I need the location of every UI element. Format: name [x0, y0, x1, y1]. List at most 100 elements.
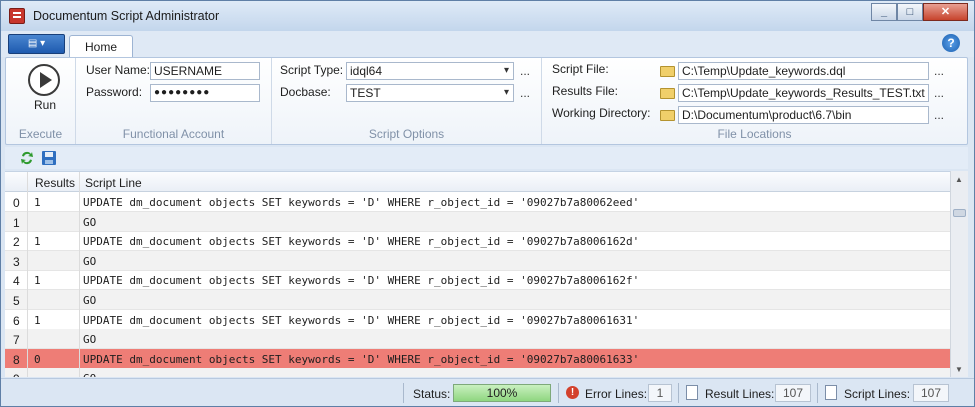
grid-toolbar: [5, 147, 968, 169]
row-result: 1: [34, 196, 41, 209]
row-result: 0: [34, 352, 41, 366]
app-icon: [9, 8, 25, 24]
group-label-files: File Locations: [717, 127, 792, 141]
error-lines-label: Error Lines:: [585, 387, 648, 401]
docbase-label: Docbase:: [280, 85, 331, 99]
error-lines-value: 1: [648, 384, 672, 402]
script-grid: Results Script Line 0 1 UPDATE dm_document…: [5, 171, 950, 377]
script-file-browse-button[interactable]: ...: [934, 64, 944, 78]
table-row[interactable]: 8 0 UPDATE dm_document objects SET keyword…: [5, 348, 950, 369]
scroll-thumb[interactable]: [953, 209, 966, 217]
table-row[interactable]: 5 GO: [5, 290, 950, 310]
script-file-field[interactable]: C:\Temp\Update_keywords.dql: [678, 62, 929, 80]
group-functional-account: User Name: USERNAME Password: ●●●●●●●● F…: [76, 58, 272, 144]
group-script-options: Script Type: idql64 ... Docbase: TEST ..…: [272, 58, 542, 144]
row-result: 1: [34, 313, 41, 327]
row-result: 1: [34, 235, 41, 249]
progress-bar: 100%: [453, 384, 551, 402]
group-execute: Run Execute: [6, 58, 76, 144]
ribbon-panel: Run Execute User Name: USERNAME Password…: [5, 57, 968, 145]
password-field[interactable]: ●●●●●●●●: [150, 84, 260, 102]
row-script-line: UPDATE dm_document objects SET keywords …: [83, 313, 640, 327]
run-icon[interactable]: [28, 64, 60, 96]
script-lines-label: Script Lines:: [844, 387, 911, 401]
row-index: 1: [13, 215, 20, 230]
group-label-execute: Execute: [18, 127, 63, 141]
col-script-line-header[interactable]: Script Line: [85, 176, 142, 190]
results-file-browse-button[interactable]: ...: [934, 86, 944, 100]
scroll-up-icon[interactable]: ▲: [955, 175, 963, 184]
maximize-button[interactable]: □: [897, 3, 923, 21]
error-icon: !: [566, 386, 579, 399]
result-lines-icon: [686, 385, 698, 400]
app-menu-button[interactable]: ▤ ▾: [8, 34, 65, 54]
row-index: 8: [13, 352, 20, 367]
script-file-folder-icon[interactable]: [660, 66, 675, 77]
status-label: Status:: [413, 387, 451, 401]
help-icon[interactable]: ?: [942, 34, 960, 52]
docbase-browse-button[interactable]: ...: [520, 86, 530, 100]
script-lines-value: 107: [913, 384, 949, 402]
working-directory-browse-button[interactable]: ...: [934, 108, 944, 122]
row-result: 1: [34, 274, 41, 288]
script-type-select[interactable]: idql64: [346, 62, 514, 80]
row-script-line: GO: [83, 254, 97, 268]
minimize-button[interactable]: _: [871, 3, 897, 21]
result-lines-value: 107: [775, 384, 811, 402]
row-script-line: GO: [83, 294, 97, 307]
script-lines-icon: [825, 385, 837, 400]
status-bar: Status: 100% ! Error Lines: 1 Result Lin…: [1, 378, 974, 406]
grid-header: Results Script Line: [5, 172, 950, 192]
table-row[interactable]: 3 GO: [5, 250, 950, 271]
row-script-line: UPDATE dm_document objects SET keywords …: [83, 196, 640, 209]
results-file-folder-icon[interactable]: [660, 88, 675, 99]
tab-home[interactable]: Home: [69, 35, 133, 58]
refresh-icon[interactable]: [19, 150, 35, 166]
row-index: 5: [13, 294, 20, 308]
group-label-account: Functional Account: [122, 127, 225, 141]
working-directory-folder-icon[interactable]: [660, 110, 675, 121]
script-type-label: Script Type:: [280, 63, 344, 77]
script-type-browse-button[interactable]: ...: [520, 64, 530, 78]
save-icon[interactable]: [41, 150, 57, 166]
group-label-options: Script Options: [368, 127, 445, 141]
app-window: Documentum Script Administrator _ □ ✕ ▤ …: [0, 0, 975, 407]
row-script-line: GO: [83, 372, 96, 377]
row-index: 4: [13, 274, 20, 289]
results-file-label: Results File:: [552, 84, 619, 98]
working-directory-field[interactable]: D:\Documentum\product\6.7\bin: [678, 106, 929, 124]
window-title: Documentum Script Administrator: [33, 9, 220, 23]
user-name-field[interactable]: USERNAME: [150, 62, 260, 80]
table-row[interactable]: 7 GO: [5, 329, 950, 350]
row-script-line: GO: [83, 333, 97, 347]
run-button-label[interactable]: Run: [34, 98, 56, 112]
table-row[interactable]: 1 GO: [5, 211, 950, 232]
working-directory-label: Working Directory:: [552, 106, 651, 120]
script-file-label: Script File:: [552, 62, 609, 76]
table-row[interactable]: 9 GO: [5, 368, 950, 377]
row-script-line: UPDATE dm_document objects SET keywords …: [83, 274, 640, 288]
close-button[interactable]: ✕: [923, 3, 968, 21]
table-row[interactable]: 0 1 UPDATE dm_document objects SET keyword…: [5, 192, 950, 212]
scroll-down-icon[interactable]: ▼: [955, 365, 963, 374]
table-row[interactable]: 6 1 UPDATE dm_document objects SET keyword…: [5, 310, 950, 330]
row-index: 2: [13, 235, 20, 250]
col-results-header[interactable]: Results: [35, 176, 75, 190]
password-label: Password:: [86, 85, 143, 99]
title-bar: Documentum Script Administrator _ □ ✕: [1, 1, 974, 31]
row-script-line: UPDATE dm_document objects SET keywords …: [83, 235, 640, 249]
row-index: 9: [13, 372, 20, 377]
user-name-label: User Name:: [86, 63, 151, 77]
row-index: 0: [13, 196, 20, 210]
row-script-line: UPDATE dm_document objects SET keywords …: [83, 352, 640, 366]
row-script-line: GO: [83, 215, 97, 229]
results-file-field[interactable]: C:\Temp\Update_keywords_Results_TEST.txt: [678, 84, 929, 102]
result-lines-label: Result Lines:: [705, 387, 775, 401]
row-index: 6: [13, 313, 20, 328]
docbase-select[interactable]: TEST: [346, 84, 514, 102]
table-row[interactable]: 4 1 UPDATE dm_document objects SET keyword…: [5, 270, 950, 291]
table-row[interactable]: 2 1 UPDATE dm_document objects SET keyword…: [5, 231, 950, 252]
row-index: 7: [13, 333, 20, 348]
group-file-locations: Script File: C:\Temp\Update_keywords.dql…: [542, 58, 967, 144]
vertical-scrollbar[interactable]: ▲ ▼: [950, 171, 968, 377]
